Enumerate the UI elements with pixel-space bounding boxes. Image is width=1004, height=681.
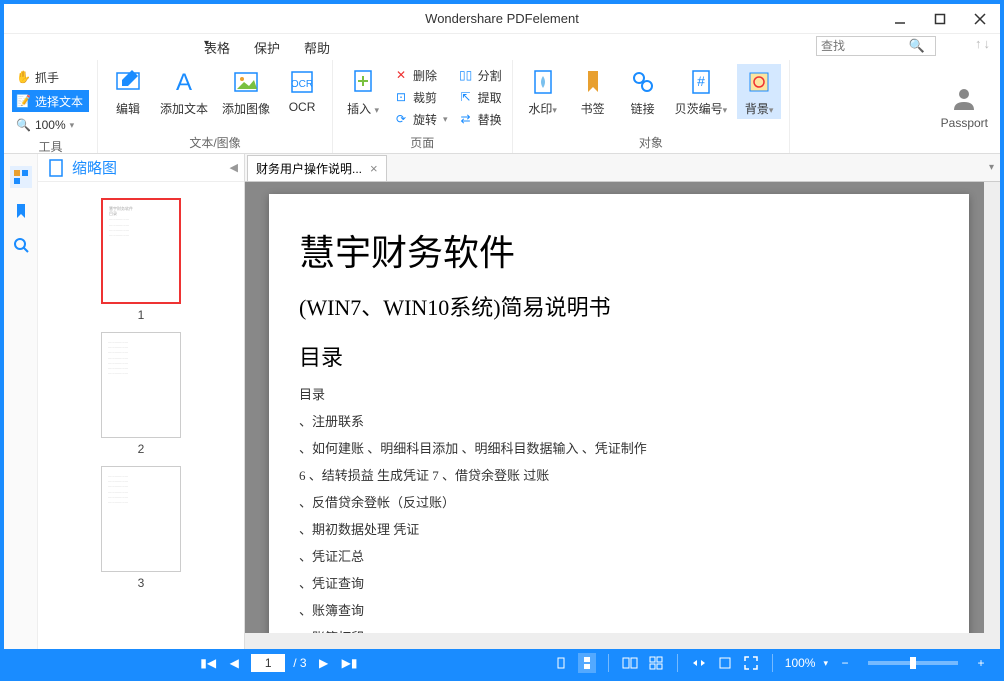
thumbnails-header: 缩略图 ◀ [38, 154, 244, 182]
toc-item: 6 、结转损益 生成凭证 7 、借贷余登账 过账 [299, 465, 939, 484]
zoom-tool[interactable]: 🔍100%▾ [12, 114, 89, 136]
next-page-icon[interactable]: ▶ [315, 653, 333, 673]
delete-button[interactable]: ✕删除 [391, 64, 450, 86]
crop-button[interactable]: ⊡裁剪 [391, 86, 450, 108]
zoom-out-icon[interactable]: − [836, 653, 854, 673]
toc-item: 、凭证查询 [299, 573, 939, 592]
close-button[interactable] [960, 4, 1000, 34]
thumbnail-2[interactable]: ........................................… [101, 332, 181, 456]
extract-icon: ⇱ [458, 89, 474, 105]
toc-item: 、凭证汇总 [299, 546, 939, 565]
page-icon [48, 159, 64, 177]
menu-protect[interactable]: 保护 [254, 38, 280, 57]
page-number-input[interactable] [251, 654, 285, 672]
group-page-label: 页面 [341, 132, 504, 153]
horizontal-scrollbar[interactable] [245, 633, 984, 649]
nav-up-icon[interactable]: ↑ [975, 36, 982, 51]
zoom-slider[interactable] [868, 661, 958, 665]
statusbar: ▮◀ ◀ / 3 ▶ ▶▮ 100% ▾ − + [4, 649, 1000, 677]
fullscreen-icon[interactable] [742, 653, 760, 673]
thumbnail-1[interactable]: 慧宇财务软件目录................................… [101, 198, 181, 322]
bates-button[interactable]: #贝茨编号▾ [671, 64, 732, 119]
zoom-level: 100% [785, 656, 816, 670]
crop-icon: ⊡ [393, 89, 409, 105]
nav-down-icon[interactable]: ↓ [984, 36, 991, 51]
insert-button[interactable]: 插入 ▾ [341, 64, 385, 119]
bookmarks-tab-icon[interactable] [10, 200, 32, 222]
user-icon [950, 84, 978, 112]
view-continuous-icon[interactable] [578, 653, 596, 673]
prev-page-icon[interactable]: ◀ [225, 653, 243, 673]
tab-close-icon[interactable]: × [370, 161, 378, 176]
vertical-scrollbar[interactable] [984, 182, 1000, 649]
add-image-button[interactable]: 添加图像 [218, 64, 274, 119]
rotate-icon: ⟳ [393, 111, 409, 127]
fit-page-icon[interactable] [716, 653, 734, 673]
background-button[interactable]: 背景▾ [737, 64, 781, 119]
menubar: ▾ 表格 保护 帮助 🔍 ↑ ↓ [4, 34, 1000, 60]
maximize-button[interactable] [920, 4, 960, 34]
delete-icon: ✕ [393, 67, 409, 83]
add-text-button[interactable]: A添加文本 [156, 64, 212, 119]
toc-item: 、反借贷余登帐（反过账） [299, 492, 939, 511]
zoom-in-icon[interactable]: + [972, 653, 990, 673]
rotate-button[interactable]: ⟳旋转▾ [391, 108, 450, 130]
doc-subtitle: (WIN7、WIN10系统)简易说明书 [299, 290, 939, 322]
toc-item: 、注册联系 [299, 411, 939, 430]
group-textimg-label: 文本/图像 [106, 132, 324, 153]
grab-tool[interactable]: ✋抓手 [12, 66, 89, 88]
edit-button[interactable]: 编辑 [106, 64, 150, 119]
minimize-button[interactable] [880, 4, 920, 34]
view-grid-icon[interactable] [647, 653, 665, 673]
document-viewport[interactable]: 慧宇财务软件 (WIN7、WIN10系统)简易说明书 目录 目录 、注册联系 、… [245, 182, 1000, 649]
view-single-icon[interactable] [552, 653, 570, 673]
document-tab[interactable]: 财务用户操作说明... × [247, 155, 387, 181]
menu-dropdown-icon[interactable]: ▾ [204, 38, 209, 49]
sidebar-strip [4, 154, 38, 649]
svg-text:A: A [176, 69, 192, 96]
svg-text:OCR: OCR [291, 79, 313, 90]
bookmark-button[interactable]: 书签 [571, 64, 615, 119]
replace-button[interactable]: ⇄替换 [456, 108, 504, 130]
thumbnails-tab-icon[interactable] [10, 166, 32, 188]
ocr-button[interactable]: OCROCR [280, 64, 324, 116]
replace-icon: ⇄ [458, 111, 474, 127]
watermark-button[interactable]: 水印▾ [521, 64, 565, 119]
search-tab-icon[interactable] [10, 234, 32, 256]
split-button[interactable]: ▯▯分割 [456, 64, 504, 86]
app-title: Wondershare PDFelement [425, 11, 579, 26]
search-icon[interactable]: 🔍 [907, 38, 927, 54]
collapse-icon[interactable]: ◀ [230, 161, 238, 174]
search-box[interactable]: 🔍 [816, 36, 936, 56]
page-content: 慧宇财务软件 (WIN7、WIN10系统)简易说明书 目录 目录 、注册联系 、… [269, 194, 969, 649]
titlebar: Wondershare PDFelement [4, 4, 1000, 34]
menu-help[interactable]: 帮助 [304, 38, 330, 57]
passport-button[interactable]: Passport [929, 60, 1000, 153]
doc-title: 慧宇财务软件 [299, 224, 939, 276]
toc-item: 、账簿查询 [299, 600, 939, 619]
toc-item: 目录 [299, 384, 939, 403]
toc-heading: 目录 [299, 340, 939, 372]
split-icon: ▯▯ [458, 67, 474, 83]
extract-button[interactable]: ⇱提取 [456, 86, 504, 108]
svg-text:#: # [697, 73, 705, 89]
tab-list-icon[interactable]: ▾ [989, 162, 994, 173]
toc-item: 、期初数据处理 凭证 [299, 519, 939, 538]
last-page-icon[interactable]: ▶▮ [341, 653, 359, 673]
document-tabs: 财务用户操作说明... × ▾ [245, 154, 1000, 182]
toc-item: 、如何建账 、明细科目添加 、明细科目数据输入 、凭证制作 [299, 438, 939, 457]
fit-width-icon[interactable] [690, 653, 708, 673]
thumbnail-3[interactable]: ........................................… [101, 466, 181, 590]
search-input[interactable] [817, 39, 907, 53]
first-page-icon[interactable]: ▮◀ [199, 653, 217, 673]
group-object-label: 对象 [521, 132, 782, 153]
page-total: / 3 [293, 656, 306, 670]
select-text-tool[interactable]: 📝选择文本 [12, 90, 89, 112]
view-facing-icon[interactable] [621, 653, 639, 673]
thumbnails-list[interactable]: 慧宇财务软件目录................................… [38, 182, 244, 649]
ribbon: ✋抓手 📝选择文本 🔍100%▾ 工具 编辑 A添加文本 添加图像 OCROCR… [4, 60, 1000, 154]
link-button[interactable]: 链接 [621, 64, 665, 119]
